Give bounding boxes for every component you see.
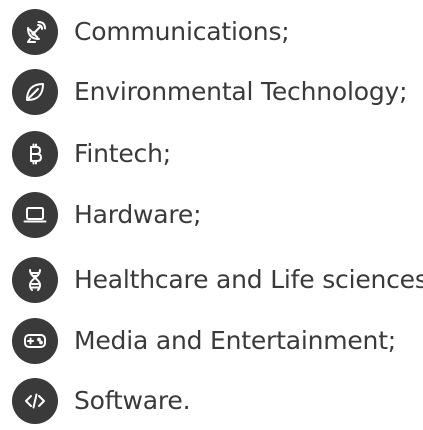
list-item: Software. xyxy=(12,377,191,425)
leaf-icon xyxy=(12,69,58,115)
item-label: Hardware; xyxy=(74,200,202,229)
industry-list: Communications; Environmental Technology… xyxy=(0,0,423,430)
list-item: Media and Entertainment; xyxy=(12,317,396,365)
list-item: Communications; xyxy=(12,8,290,56)
item-label: Software. xyxy=(74,386,191,415)
list-item: Hardware; xyxy=(12,191,202,239)
gamepad-icon xyxy=(12,318,58,364)
item-label: Media and Entertainment; xyxy=(74,326,397,355)
code-icon xyxy=(12,378,58,424)
laptop-icon xyxy=(12,192,58,238)
bitcoin-icon xyxy=(12,131,58,177)
item-label: Fintech; xyxy=(74,139,171,168)
dna-icon xyxy=(12,257,58,303)
list-item: Healthcare and Life sciences; xyxy=(12,256,423,304)
list-item: Fintech; xyxy=(12,130,171,178)
item-label: Communications; xyxy=(74,17,290,46)
satellite-dish-icon xyxy=(12,9,58,55)
item-label: Healthcare and Life sciences; xyxy=(74,265,423,294)
item-label: Environmental Technology; xyxy=(74,77,408,106)
list-item: Environmental Technology; xyxy=(12,68,408,116)
